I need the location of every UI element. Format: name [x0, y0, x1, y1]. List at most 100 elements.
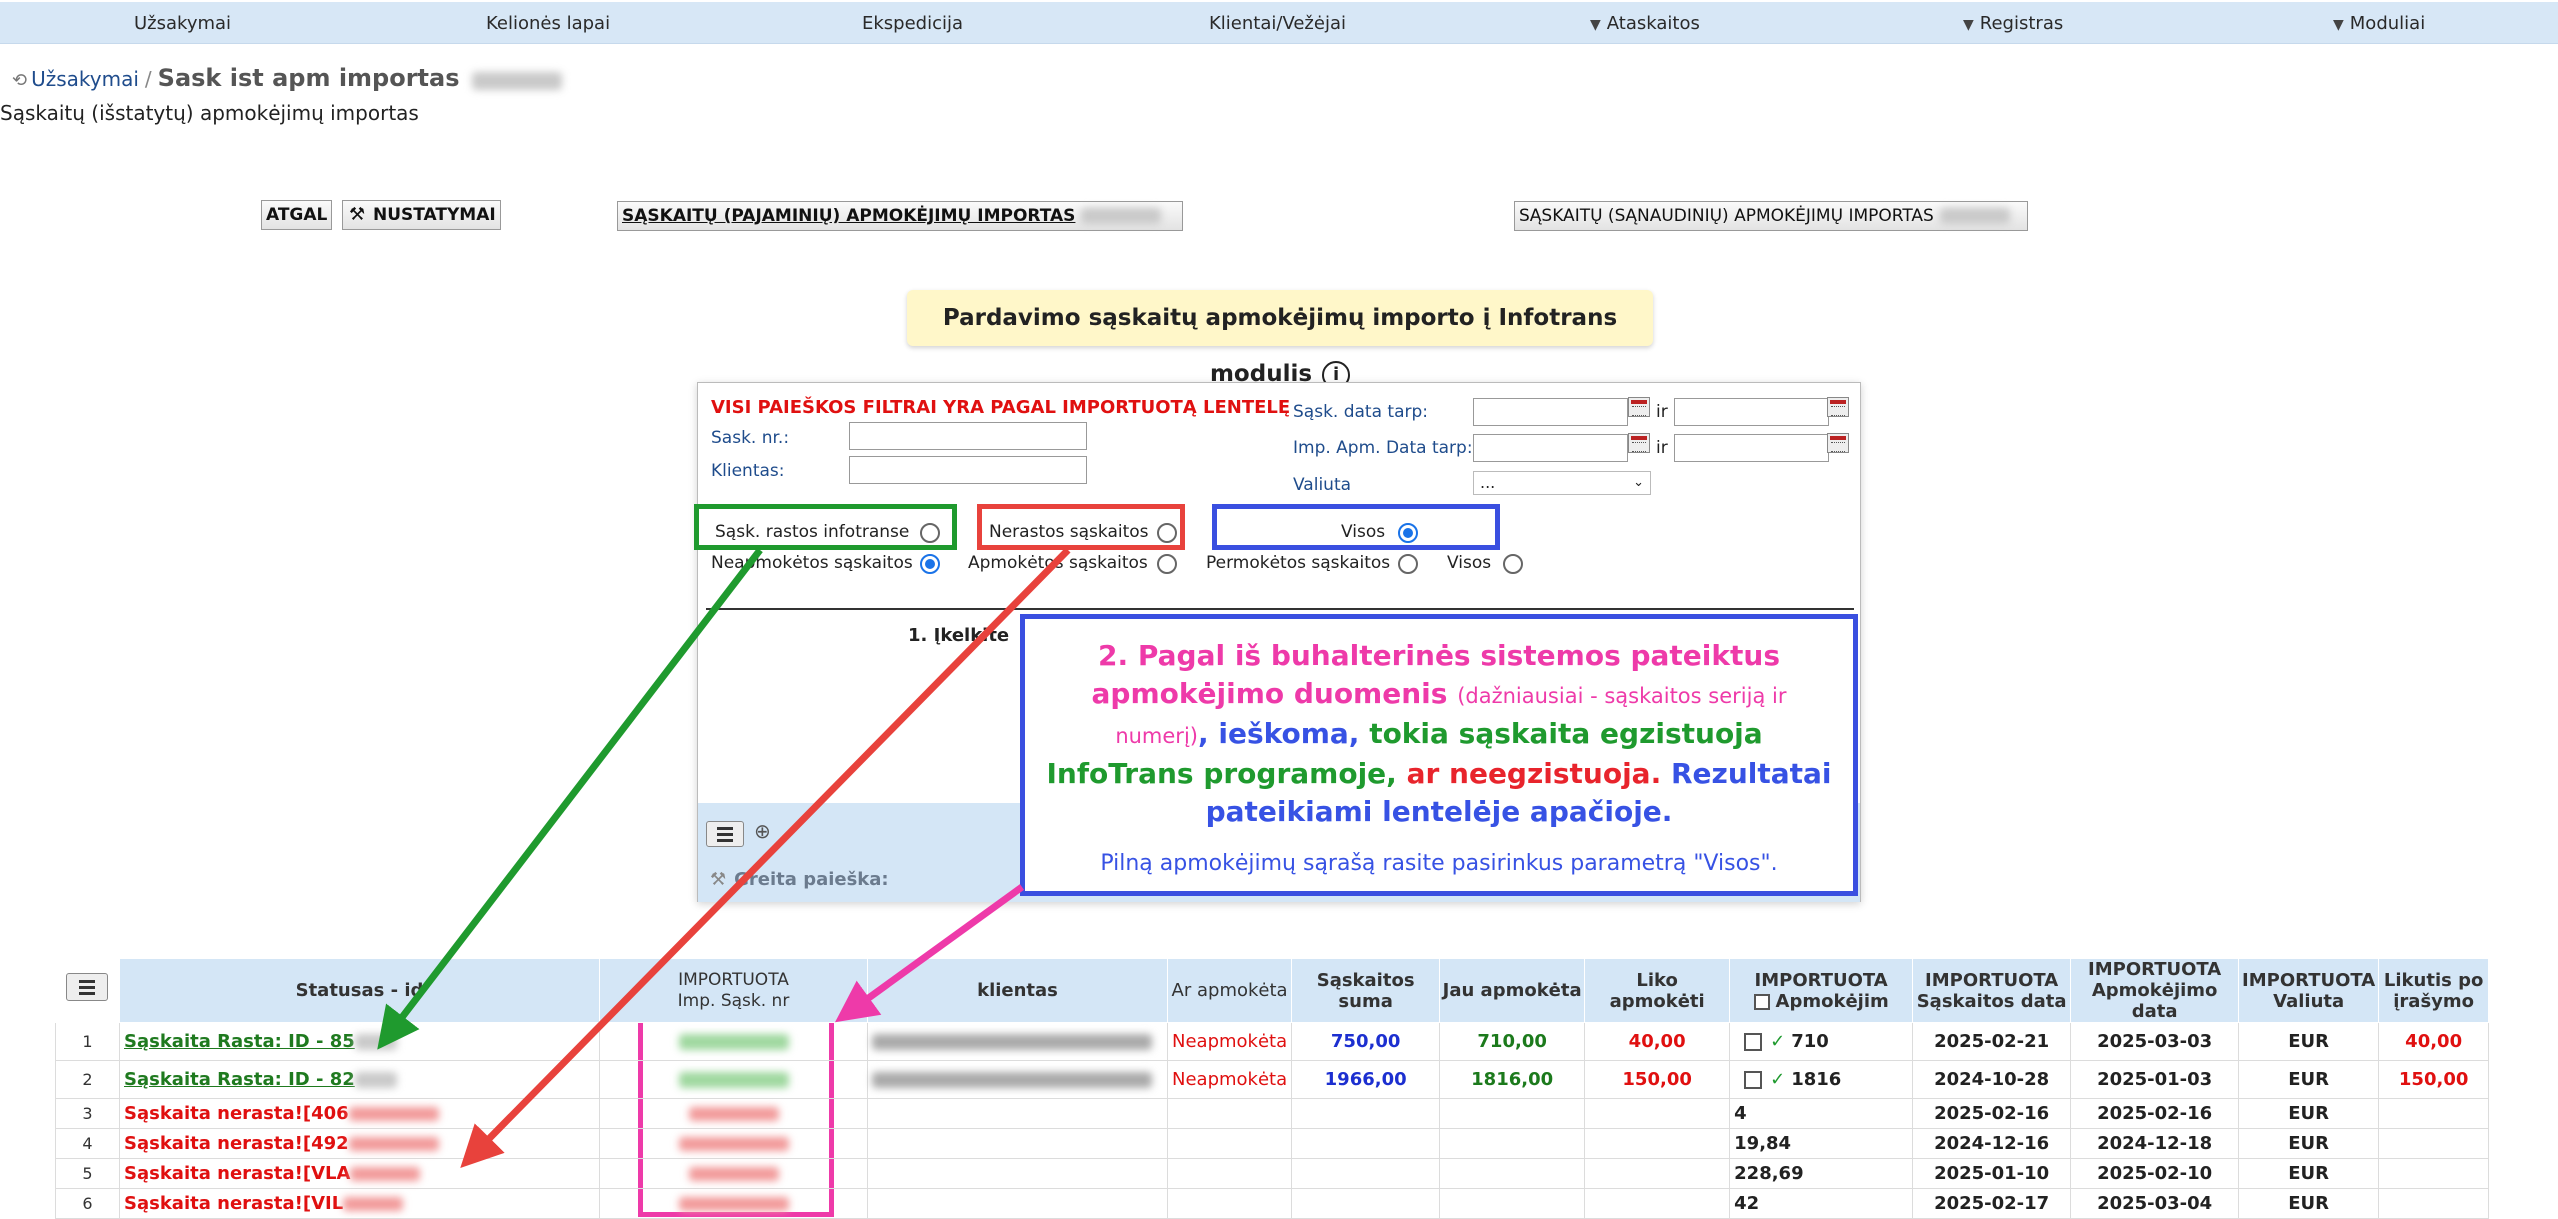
nav-expedition[interactable]: Ekspedicija [862, 2, 963, 44]
redacted-text [678, 1137, 789, 1151]
invoice-date-from-input[interactable] [1473, 398, 1628, 426]
settings-button[interactable]: ⚒ NUSTATYMAI [342, 200, 501, 230]
nav-clients-carriers[interactable]: Klientai/Vežėjai [1209, 2, 1346, 44]
imported-payment-header[interactable]: IMPORTUOTA Apmokėjim [1729, 958, 1914, 1023]
status-header[interactable]: Statusas - id [119, 958, 600, 1023]
all-payments-radio[interactable] [1503, 554, 1523, 574]
nav-orders[interactable]: Užsakymai [134, 2, 231, 44]
status-link[interactable]: Sąskaita Rasta: ID - 85 [119, 1022, 600, 1061]
client-input[interactable] [849, 456, 1087, 484]
overpaid-invoices-radio[interactable] [1398, 554, 1418, 574]
nav-registry[interactable]: ▼ Registras [1963, 2, 2063, 44]
nav-label: Kelionės lapai [486, 13, 611, 34]
paid-status [1166, 1188, 1293, 1219]
balance-after: 150,00 [2378, 1060, 2490, 1099]
breadcrumb-separator: / [144, 67, 152, 91]
tools-icon: ⚒ [349, 204, 366, 225]
nav-modules[interactable]: ▼ Moduliai [2333, 2, 2425, 44]
imported-currency: EUR [2238, 1060, 2380, 1099]
already-paid [1439, 1128, 1586, 1159]
calendar-icon[interactable] [1827, 433, 1849, 453]
redacted-text [471, 71, 562, 90]
menu-button[interactable] [706, 821, 744, 847]
row-number: 5 [55, 1158, 120, 1189]
imported-payment-value: 1816 [1791, 1069, 1842, 1090]
paid-invoices-radio[interactable] [1157, 554, 1177, 574]
info-banner-text: Pardavimo sąskaitų apmokėjimų importo į … [942, 305, 1618, 387]
back-button[interactable]: ATGAL [261, 200, 333, 230]
header-line: Imp. Sąsk. nr [677, 990, 790, 1011]
select-all-checkbox[interactable] [1753, 993, 1770, 1010]
currency-select[interactable]: ... ⌄ [1473, 471, 1651, 495]
status-value: Sąskaita nerasta![492 [124, 1133, 349, 1154]
paid-status: Neapmokėta [1166, 1022, 1293, 1061]
imported-currency: EUR [2238, 1022, 2380, 1061]
chevron-down-icon: ▼ [1963, 17, 1974, 33]
nav-label: Moduliai [2349, 13, 2426, 34]
unpaid-invoices-radio[interactable] [920, 554, 940, 574]
imported-currency: EUR [2238, 1098, 2380, 1129]
paid-status-header[interactable]: Ar apmokėta [1166, 958, 1293, 1023]
already-paid-header[interactable]: Jau apmokėta [1439, 958, 1586, 1023]
redacted-text [678, 1034, 789, 1050]
zoom-icon[interactable]: ⊕ [754, 819, 771, 843]
redacted-text [1939, 208, 2010, 224]
table-row[interactable]: 2 Sąskaita Rasta: ID - 82 Neapmokėta 196… [55, 1060, 2490, 1099]
imported-currency-header[interactable]: IMPORTUOTA Valiuta [2238, 958, 2380, 1023]
left-to-pay: 150,00 [1584, 1060, 1731, 1099]
balance-after: 40,00 [2378, 1022, 2490, 1061]
calendar-icon[interactable] [1628, 433, 1650, 453]
status-value: Sąskaita nerasta![VLA [124, 1163, 351, 1184]
imported-payment-date: 2025-03-03 [2070, 1022, 2240, 1061]
table-row[interactable]: 5 Sąskaita nerasta![VLA 228,69 2025-01-1… [55, 1158, 2490, 1189]
invoice-no-label: Sask. nr.: [711, 428, 790, 448]
imported-invoice-no-header[interactable]: IMPORTUOTA Imp. Sąsk. nr [599, 958, 868, 1023]
row-checkbox[interactable] [1744, 1071, 1763, 1089]
status-text: Sąskaita nerasta![492 [119, 1128, 600, 1159]
paid-status [1166, 1128, 1293, 1159]
imported-currency: EUR [2238, 1188, 2380, 1219]
balance-after-header[interactable]: Likutis po įrašymo [2378, 958, 2490, 1023]
row-number: 6 [55, 1188, 120, 1219]
paid-status [1166, 1158, 1293, 1189]
imported-payment-date-header[interactable]: IMPORTUOTA Apmokėjimo data [2070, 958, 2240, 1023]
quick-search-label[interactable]: ⚒ Greita paieška: [710, 869, 889, 890]
and-label: ir [1656, 402, 1668, 422]
paid-status: Neapmokėta [1166, 1060, 1293, 1099]
table-row[interactable]: 4 Sąskaita nerasta![492 19,84 2024-12-16… [55, 1128, 2490, 1159]
invoice-sum-header[interactable]: Sąskaitos suma [1291, 958, 1441, 1023]
imported-invoice-no [599, 1158, 868, 1189]
invoice-no-input[interactable] [849, 422, 1087, 450]
table-row[interactable]: 1 Sąskaita Rasta: ID - 85 Neapmokėta 750… [55, 1022, 2490, 1061]
row-checkbox[interactable] [1744, 1033, 1763, 1051]
unpaid-invoices-label: Neapmokėtos sąskaitos [711, 553, 913, 573]
nav-trip-sheets[interactable]: Kelionės lapai [486, 2, 610, 44]
payment-date-from-input[interactable] [1473, 434, 1628, 462]
already-paid [1439, 1098, 1586, 1129]
expense-import-button[interactable]: SĄSKAITŲ (SĄNAUDINIŲ) APMOKĖJIMŲ IMPORTA… [1514, 201, 2028, 231]
imported-payment-value: 710 [1791, 1031, 1829, 1052]
header-line: Apmokėjim [1775, 990, 1889, 1012]
calendar-icon[interactable] [1827, 397, 1849, 417]
imported-invoice-date: 2025-01-10 [1912, 1158, 2072, 1189]
income-import-button[interactable]: SĄSKAITŲ (PAJAMINIŲ) APMOKĖJIMŲ IMPORTAS [617, 201, 1183, 231]
imported-invoice-date-header[interactable]: IMPORTUOTA Sąskaitos data [1912, 958, 2072, 1023]
invoice-date-to-input[interactable] [1674, 398, 1829, 426]
breadcrumb-home-link[interactable]: Užsakymai [31, 67, 139, 91]
calendar-icon[interactable] [1628, 397, 1650, 417]
redacted-text [872, 1072, 1152, 1088]
client-header[interactable]: klientas [867, 958, 1168, 1023]
table-row[interactable]: 6 Sąskaita nerasta![VIL 42 2025-02-17 20… [55, 1188, 2490, 1219]
payment-date-to-input[interactable] [1674, 434, 1829, 462]
nav-reports[interactable]: ▼ Ataskaitos [1590, 2, 1700, 44]
row-number: 1 [55, 1022, 120, 1061]
table-row[interactable]: 3 Sąskaita nerasta![406 4 2025-02-16 202… [55, 1098, 2490, 1129]
table-menu-button[interactable] [66, 973, 108, 1001]
imported-invoice-date: 2025-02-17 [1912, 1188, 2072, 1219]
imported-payment: ✓ 1816 [1729, 1060, 1914, 1099]
left-to-pay [1584, 1158, 1731, 1189]
imported-invoice-date: 2024-10-28 [1912, 1060, 2072, 1099]
status-link[interactable]: Sąskaita Rasta: ID - 82 [119, 1060, 600, 1099]
left-to-pay-header[interactable]: Liko apmokėti [1584, 958, 1731, 1023]
header-line: įrašymo [2393, 990, 2475, 1012]
